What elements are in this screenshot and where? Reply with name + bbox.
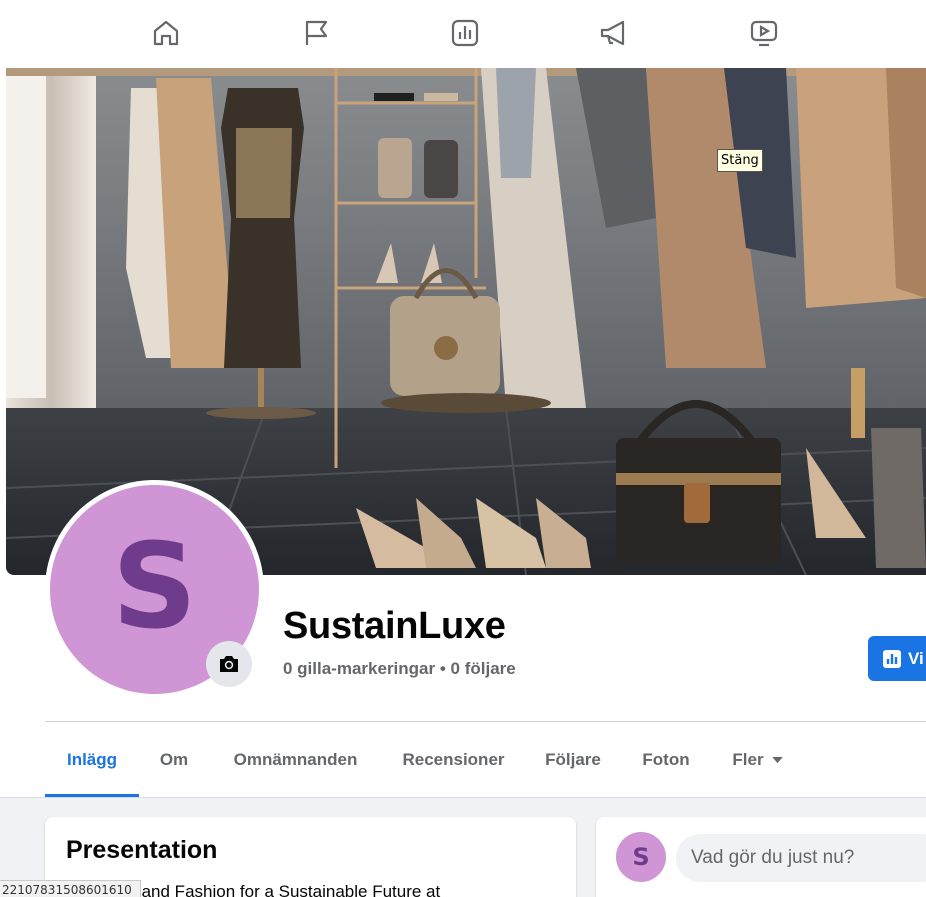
tab-foton[interactable]: Foton xyxy=(630,737,702,783)
composer-placeholder: Vad gör du just nu? xyxy=(691,847,855,868)
tab-omnamnanden[interactable]: Omnämnanden xyxy=(218,737,373,783)
page-stats: 0 gilla-markeringar • 0 följare xyxy=(283,659,516,678)
camera-button[interactable] xyxy=(206,641,252,687)
tab-inlagg[interactable]: Inlägg xyxy=(45,737,139,783)
tab-recensioner[interactable]: Recensioner xyxy=(390,737,517,783)
intro-title: Presentation xyxy=(66,836,218,864)
megaphone-icon[interactable] xyxy=(598,14,630,52)
header-divider xyxy=(45,721,926,722)
flag-icon[interactable] xyxy=(300,14,332,52)
page-root: Stäng S SustainLuxe 0 gilla-markeringar … xyxy=(0,0,926,897)
post-composer-input[interactable]: Vad gör du just nu? xyxy=(676,834,926,882)
tab-label: Foton xyxy=(642,750,690,769)
tab-label: Inlägg xyxy=(66,750,118,769)
view-insights-label: Vi xyxy=(908,648,924,668)
insights-icon xyxy=(883,649,901,668)
insights-icon[interactable] xyxy=(449,14,481,52)
tooltip: Stäng xyxy=(717,149,763,172)
camera-icon xyxy=(220,656,238,672)
video-icon[interactable] xyxy=(748,14,780,52)
tab-label: Omnämnanden xyxy=(233,750,358,769)
header-bottom-border xyxy=(0,797,926,798)
tab-label: Om xyxy=(159,750,189,769)
avatar-letter: S xyxy=(112,516,197,655)
status-bar-url: 22107831508601610 xyxy=(0,880,141,897)
top-navigation xyxy=(0,0,926,68)
chevron-down-icon xyxy=(771,756,783,763)
composer-avatar[interactable]: S xyxy=(616,832,666,882)
tab-label: Följare xyxy=(545,750,601,769)
tab-fler[interactable]: Fler xyxy=(720,737,795,783)
tab-om[interactable]: Om xyxy=(146,737,202,783)
page-title: SustainLuxe xyxy=(283,605,506,647)
tab-label: Fler xyxy=(732,750,764,769)
home-icon[interactable] xyxy=(150,14,182,52)
view-insights-button[interactable]: Vi xyxy=(868,636,926,681)
tab-label: Recensioner xyxy=(402,750,505,769)
avatar-letter: S xyxy=(632,843,650,871)
tab-foljare[interactable]: Följare xyxy=(533,737,613,783)
